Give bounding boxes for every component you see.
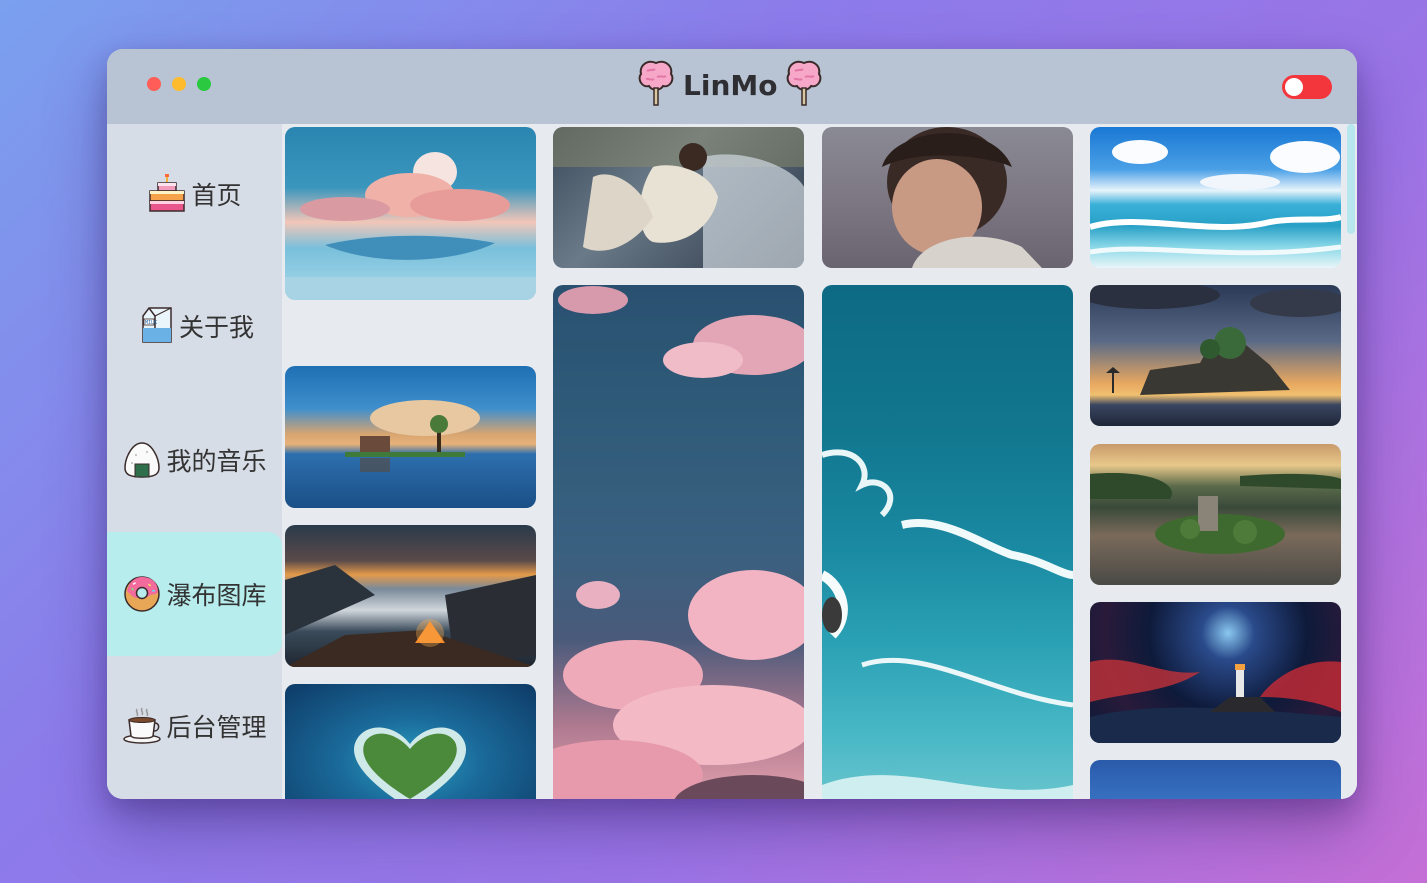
person-on-bed-image[interactable] (553, 127, 804, 268)
mountain-tent-art (285, 565, 536, 667)
sidebar-item-label: 首页 (191, 181, 242, 210)
heart-island-art (353, 727, 467, 799)
pink-clouds-art (553, 286, 804, 799)
lighthouse-storm-image[interactable] (1090, 602, 1341, 743)
floating-island-art (1090, 285, 1341, 395)
castle-island-lake-image[interactable] (1090, 444, 1341, 585)
scrollbar-thumb[interactable] (1347, 124, 1355, 234)
boy-portrait-image[interactable] (822, 127, 1073, 268)
cotton-candy-icon (638, 60, 674, 106)
aerial-ocean-waves-image[interactable] (822, 285, 1073, 799)
ocean-waves-clouds-image[interactable] (1090, 127, 1341, 268)
sidebar-item-about[interactable]: MILK 关于我 (107, 264, 282, 388)
title-bar: LinMo (107, 49, 1357, 124)
gallery-scrollbar[interactable] (1345, 124, 1357, 799)
sidebar-item-admin[interactable]: 后台管理 (107, 664, 282, 788)
brand: LinMo (635, 57, 825, 107)
sidebar-item-label: 我的音乐 (166, 447, 267, 476)
toggle-knob (1285, 78, 1303, 96)
heart-island-image[interactable] (285, 684, 536, 799)
whale-in-clouds-art (285, 152, 536, 300)
ocean-waves-clouds-art (1090, 140, 1341, 256)
boy-portrait-art (882, 127, 1042, 268)
sidebar-item-label: 瀑布图库 (166, 581, 267, 610)
waterfall-gallery (282, 124, 1357, 799)
cotton-candy-icon (787, 60, 822, 106)
sidebar-item-label: 后台管理 (166, 713, 267, 742)
lighthouse-storm-art (1090, 659, 1341, 743)
milk-carton-icon: MILK (142, 307, 172, 343)
blue-sky-partial-image[interactable] (1090, 760, 1341, 799)
coffee-cup-icon (123, 707, 162, 744)
donut-icon (124, 576, 161, 612)
sidebar-item-gallery[interactable]: 瀑布图库 (107, 532, 282, 656)
sidebar-item-music[interactable]: 我的音乐 (107, 398, 282, 522)
sidebar: 首页 MILK 关于我 我的音乐 瀑布图库 后台管理 (107, 124, 282, 799)
person-on-bed-art (553, 127, 804, 268)
app-title: LinMo (683, 68, 778, 102)
floating-island-sunset-image[interactable] (1090, 285, 1341, 426)
mountain-tent-sunset-image[interactable] (285, 525, 536, 667)
whale-in-clouds-image[interactable] (285, 127, 536, 300)
house-lake-reflection-image[interactable] (285, 366, 536, 508)
sidebar-item-label: 关于我 (178, 313, 254, 342)
pink-clouds-sky-image[interactable] (553, 285, 804, 799)
close-window-button[interactable] (147, 77, 161, 91)
maximize-window-button[interactable] (197, 77, 211, 91)
cake-icon (149, 174, 186, 212)
sidebar-item-home[interactable]: 首页 (107, 132, 282, 256)
window-controls (147, 77, 211, 91)
minimize-window-button[interactable] (172, 77, 186, 91)
app-window: LinMo 首页 MILK 关于我 我的音乐 瀑布图库 后台管理 (107, 49, 1357, 799)
svg-text:MILK: MILK (145, 320, 157, 326)
house-lake-art (345, 400, 480, 472)
castle-island-art (1090, 473, 1341, 554)
theme-toggle[interactable] (1282, 75, 1332, 99)
aerial-ocean-art (822, 449, 1073, 799)
rice-ball-icon (124, 442, 161, 478)
